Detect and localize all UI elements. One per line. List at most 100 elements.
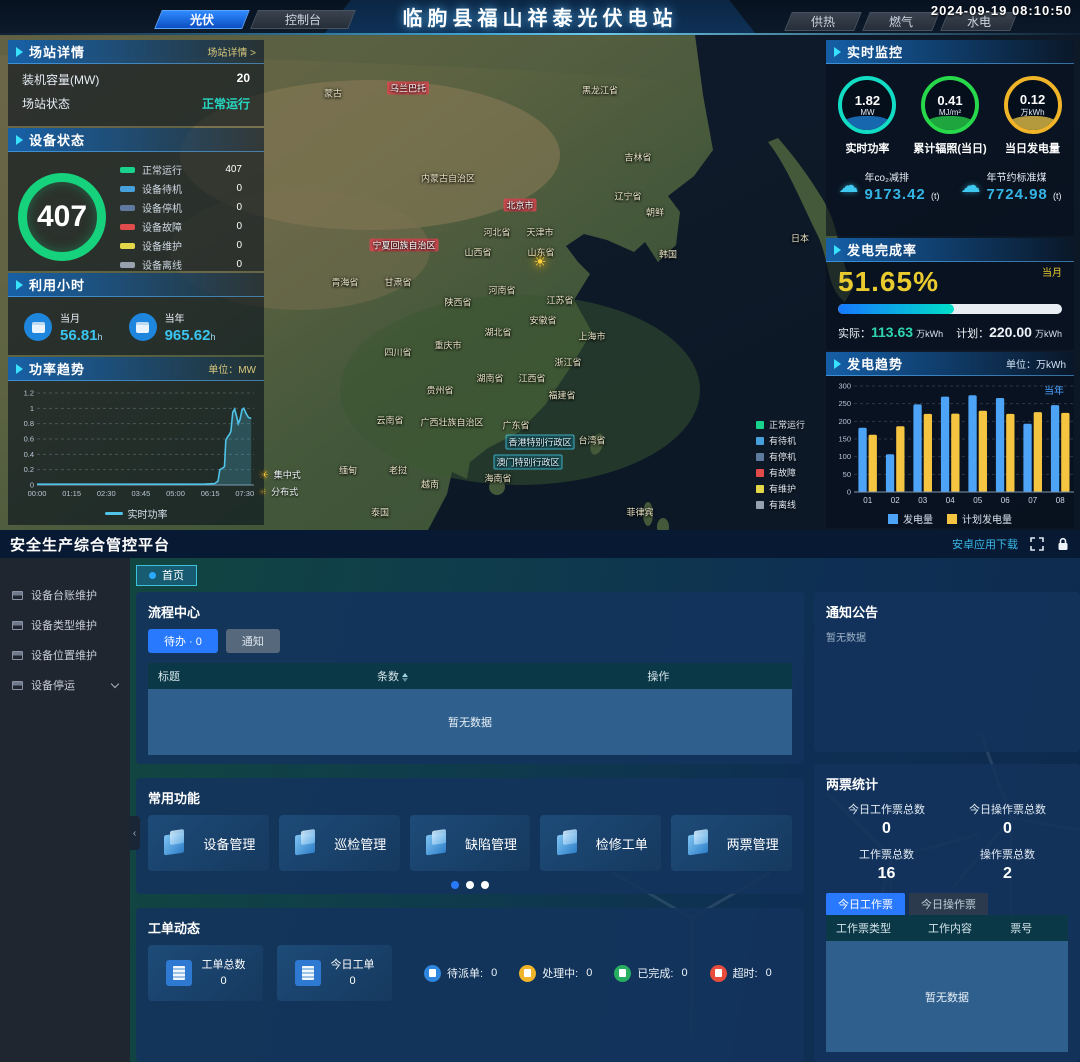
datetime-display: 2024-09-19 08:10:50	[931, 3, 1072, 18]
legend-swatch	[120, 224, 135, 230]
panel-power-trend: 功率趋势 单位：MW 00.20.40.60.811.200:0001:1502…	[8, 357, 264, 525]
arrow-icon	[16, 280, 23, 290]
func-repair-workorder[interactable]: 检修工单	[540, 815, 661, 871]
svg-text:150: 150	[838, 435, 851, 444]
sidebar-item-device-shutdown[interactable]: 设备停运	[0, 670, 130, 700]
legend-swatch-yellow	[947, 514, 957, 524]
todo-tab-button[interactable]: 待办 · 0	[148, 629, 218, 653]
card-work-orders: 工单动态 工单总数0 今日工单0	[136, 908, 804, 1062]
panel-completion-rate: 发电完成率 当月 51.65% 实际：113.63 万kWh 计划：220.00…	[826, 238, 1074, 350]
carousel-dot[interactable]	[481, 881, 489, 889]
func-inspection-management[interactable]: 巡检管理	[279, 815, 400, 871]
card-notice: 通知公告 暂无数据	[814, 592, 1080, 752]
cube-icon	[161, 828, 191, 858]
calendar-icon	[129, 313, 157, 341]
legend-item: 设备停机0	[120, 200, 256, 215]
card-process-center: 流程中心 待办 · 0 通知 标题 条数 操作 暂无数据	[136, 592, 804, 764]
tab-gas[interactable]: 燃气	[862, 12, 940, 31]
sidebar-item-device-type[interactable]: 设备类型维护	[0, 610, 130, 640]
legend-swatch	[120, 167, 135, 173]
legend-swatch	[756, 421, 764, 429]
process-empty-state: 暂无数据	[148, 689, 792, 755]
calendar-icon	[24, 313, 52, 341]
lock-icon[interactable]	[1056, 537, 1070, 551]
chevron-down-icon	[111, 679, 119, 687]
sidebar-item-device-location[interactable]: 设备位置维护	[0, 640, 130, 670]
tab-heating[interactable]: 供热	[784, 12, 862, 31]
device-icon	[12, 681, 23, 690]
func-two-ticket-management[interactable]: 两票管理	[671, 815, 792, 871]
map-legend-item: 有离线	[756, 498, 805, 511]
clipboard-icon	[614, 965, 631, 982]
legend-item: 设备待机0	[120, 181, 256, 196]
tab-today-work-tickets[interactable]: 今日工作票	[826, 893, 905, 915]
map-type-item: ☀分布式	[258, 485, 301, 498]
gauge-irradiance: 0.41MJ/m² 累计辐照(当日)	[913, 76, 986, 156]
sidebar-item-device-ledger[interactable]: 设备台账维护	[0, 580, 130, 610]
map-legend-item: 有待机	[756, 434, 805, 447]
workorder-total-card[interactable]: 工单总数0	[148, 945, 263, 1001]
open-tabs-bar: 首页	[130, 558, 1080, 588]
home-tab-dot	[149, 572, 156, 579]
device-icon	[12, 651, 23, 660]
usage-month: 当月 56.81h	[24, 309, 103, 345]
station-status-value: 正常运行	[202, 95, 250, 112]
usage-year: 当年 965.62h	[129, 309, 216, 345]
legend-swatch-blue	[888, 514, 898, 524]
legend-swatch	[756, 469, 764, 477]
panel-device-status: 设备状态 407 正常运行407 设备待机0 设备停机0 设备故障0 设备维护0…	[8, 128, 264, 271]
panel-realtime-monitor: 实时监控 1.82MW 实时功率 0.41MJ/m² 累计辐照(当日) 0.12…	[826, 40, 1074, 236]
tab-console[interactable]: 控制台	[250, 10, 356, 29]
svg-text:02:30: 02:30	[97, 489, 116, 498]
map-legend-item: 有维护	[756, 482, 805, 495]
legend-swatch	[120, 186, 135, 192]
svg-text:50: 50	[843, 470, 851, 479]
chip-completed: 已完成:0	[614, 965, 687, 982]
carousel-dots	[148, 881, 792, 889]
stat-total-op-tickets: 操作票总数2	[947, 846, 1068, 883]
legend-swatch	[756, 453, 764, 461]
sort-icon[interactable]	[402, 673, 408, 682]
legend-item: 设备故障0	[120, 219, 256, 234]
map-type-legend: ☀集中式 ☀分布式	[258, 468, 301, 498]
chip-processing: 处理中:0	[519, 965, 592, 982]
svg-text:01:15: 01:15	[62, 489, 81, 498]
pv-dashboard: 蒙古乌兰巴托黑龙江省吉林省辽宁省内蒙古自治区北京市河北省天津市山西省山东省宁夏回…	[0, 0, 1080, 530]
func-device-management[interactable]: 设备管理	[148, 815, 269, 871]
android-download-link[interactable]: 安卓应用下载	[952, 536, 1018, 552]
document-icon	[166, 960, 192, 986]
tab-today-op-tickets[interactable]: 今日操作票	[909, 893, 988, 915]
power-trend-line-chart: 00.20.40.60.811.200:0001:1502:3003:4505:…	[10, 385, 262, 506]
sidebar-collapse-handle[interactable]: ‹	[129, 816, 140, 850]
panel-generation-trend: 发电趋势 单位：万kWh 当年 050100150200250300010203…	[826, 352, 1074, 528]
func-defect-management[interactable]: 缺陷管理	[410, 815, 531, 871]
tab-home[interactable]: 首页	[136, 565, 197, 586]
notify-tab-button[interactable]: 通知	[226, 629, 280, 653]
co2-reduction-stat: ☁ 年co₂减排 9173.42 (t)	[839, 168, 940, 204]
panel-header: 利用小时	[8, 273, 264, 297]
clipboard-icon	[424, 965, 441, 982]
panel-usage-hours: 利用小时 当月 56.81h 当年 965.62h	[8, 273, 264, 355]
period-tag: 当月	[1042, 264, 1062, 279]
carousel-dot[interactable]	[451, 881, 459, 889]
svg-text:08: 08	[1056, 496, 1065, 505]
svg-text:06:15: 06:15	[201, 489, 220, 498]
svg-text:05: 05	[973, 496, 982, 505]
cloud-icon: ☁	[839, 176, 859, 196]
unit-label: 单位：MW	[208, 361, 256, 376]
legend-swatch	[120, 262, 135, 268]
fullscreen-icon[interactable]	[1030, 537, 1044, 551]
legend-item: 设备维护0	[120, 238, 256, 253]
station-detail-link[interactable]: 场站详情 >	[207, 44, 256, 59]
map-legend-item: 有故障	[756, 466, 805, 479]
carousel-dot[interactable]	[466, 881, 474, 889]
completion-percent: 51.65%	[838, 266, 1062, 298]
platform-titlebar: 安全生产综合管控平台 安卓应用下载	[0, 530, 1080, 558]
station-sun-marker[interactable]: ☀	[530, 253, 550, 273]
gauge-daily-generation: 0.12万kWh 当日发电量	[1004, 76, 1062, 156]
clipboard-icon	[710, 965, 727, 982]
generation-chart-legend: 发电量 计划发电量	[826, 511, 1074, 526]
gauge-realtime-power: 1.82MW 实时功率	[838, 76, 896, 156]
workorder-today-card[interactable]: 今日工单0	[277, 945, 392, 1001]
tab-photovoltaic[interactable]: 光伏	[154, 10, 250, 29]
